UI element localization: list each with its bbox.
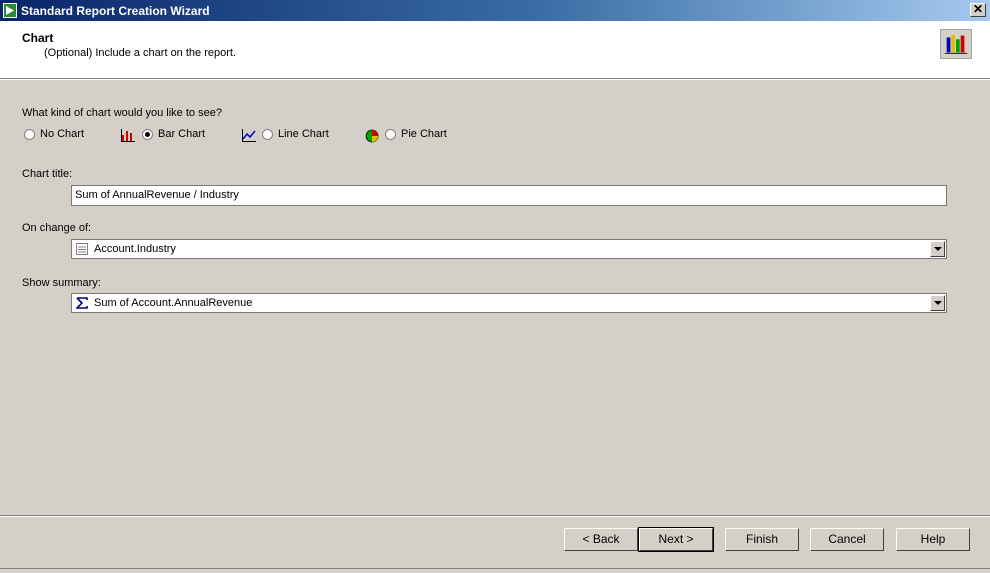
cancel-button[interactable]: Cancel <box>810 528 884 551</box>
radio-no-chart-button[interactable] <box>24 129 35 140</box>
window-titlebar: Standard Report Creation Wizard ✕ <box>0 0 990 21</box>
line-chart-icon <box>242 129 256 142</box>
sigma-icon <box>76 297 88 309</box>
step-subtitle: (Optional) Include a chart on the report… <box>44 47 236 59</box>
radio-no-chart-label: No Chart <box>40 128 85 140</box>
bar-chart-icon <box>121 129 135 142</box>
show-summary-value: Sum of Account.AnnualRevenue <box>94 297 253 309</box>
radio-pie-chart-label: Pie Chart <box>401 128 447 140</box>
on-change-of-dropdown[interactable]: Account.Industry <box>71 239 947 259</box>
radio-line-chart-label: Line Chart <box>278 128 329 140</box>
pie-chart-icon <box>365 129 379 143</box>
wizard-header: Chart (Optional) Include a chart on the … <box>0 21 990 79</box>
radio-bar-chart-label: Bar Chart <box>158 128 206 140</box>
header-separator <box>0 79 990 80</box>
on-change-of-value: Account.Industry <box>94 243 176 255</box>
footer-separator-highlight <box>0 516 990 517</box>
chart-title-input[interactable]: Sum of AnnualRevenue / Industry <box>71 185 947 206</box>
window-bottom-edge <box>0 568 990 573</box>
step-title: Chart <box>22 31 54 45</box>
chart-wizard-icon <box>940 29 972 59</box>
radio-bar-chart-button[interactable] <box>142 129 153 140</box>
radio-line-chart-button[interactable] <box>262 129 273 140</box>
show-summary-dropdown-button[interactable] <box>930 295 945 311</box>
chart-title-label: Chart title: <box>22 168 73 180</box>
radio-pie-chart-button[interactable] <box>385 129 396 140</box>
next-button[interactable]: Next > <box>638 527 714 552</box>
chart-type-question: What kind of chart would you like to see… <box>22 107 222 119</box>
finish-button[interactable]: Finish <box>725 528 799 551</box>
field-icon <box>76 243 88 255</box>
back-button[interactable]: < Back <box>564 528 638 551</box>
close-button[interactable]: ✕ <box>970 3 986 17</box>
on-change-of-label: On change of: <box>22 222 92 234</box>
help-button[interactable]: Help <box>896 528 970 551</box>
on-change-of-dropdown-button[interactable] <box>930 241 945 257</box>
wizard-app-icon <box>3 3 17 18</box>
show-summary-label: Show summary: <box>22 277 101 289</box>
show-summary-dropdown[interactable]: Sum of Account.AnnualRevenue <box>71 293 947 313</box>
window-title: Standard Report Creation Wizard <box>21 4 210 18</box>
